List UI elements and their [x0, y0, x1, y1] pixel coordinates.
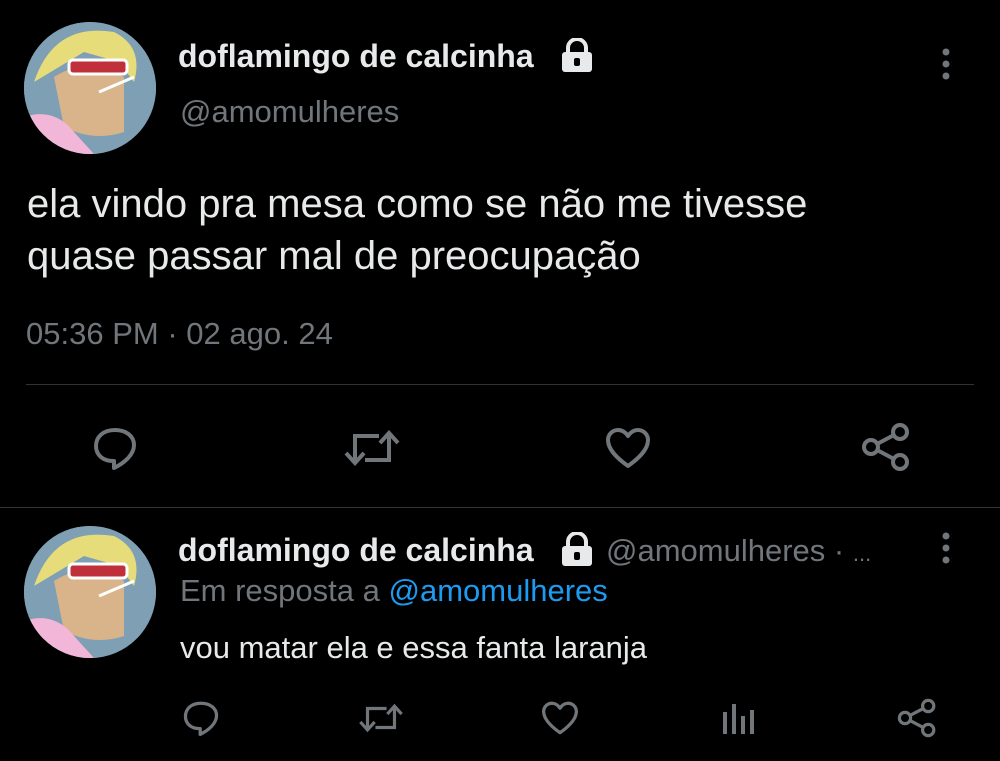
lock-icon: [559, 37, 595, 77]
reply-display-name[interactable]: doflamingo de calcinha: [178, 532, 534, 569]
tweet-time: 05:36 PM: [26, 316, 159, 351]
reply-icon[interactable]: [92, 426, 138, 470]
reply-context: Em resposta a @amomulheres: [180, 573, 608, 609]
reply-text: vou matar ela e essa fanta laranja: [180, 630, 647, 665]
tweet-date: 02 ago. 24: [186, 316, 333, 351]
tweet-timestamp[interactable]: 05:36 PM · 02 ago. 24: [26, 316, 333, 352]
share-icon[interactable]: [860, 422, 912, 472]
reply-prefix: Em resposta a: [180, 573, 380, 608]
retweet-icon[interactable]: [343, 428, 401, 468]
handle-separator: ·: [833, 533, 845, 568]
display-name[interactable]: doflamingo de calcinha: [178, 38, 534, 75]
tweet-text-line2: quase passar mal de preocupação: [27, 234, 641, 278]
more-vert-icon[interactable]: [938, 46, 954, 82]
reply-handle-line: @amomulheres · ...: [606, 533, 871, 569]
reply-avatar[interactable]: [24, 526, 156, 658]
more-vert-icon[interactable]: [938, 530, 954, 566]
truncation-ellipsis: ...: [852, 541, 872, 566]
analytics-icon[interactable]: [721, 700, 755, 736]
handle[interactable]: @amomulheres: [180, 94, 399, 130]
avatar[interactable]: [24, 22, 156, 154]
share-icon[interactable]: [896, 698, 938, 738]
retweet-icon[interactable]: [358, 702, 404, 734]
section-divider: [0, 507, 1000, 508]
reply-to-link[interactable]: @amomulheres: [389, 573, 608, 608]
timestamp-separator: ·: [167, 316, 178, 351]
reply-icon[interactable]: [182, 700, 220, 736]
like-icon[interactable]: [540, 700, 580, 736]
divider: [26, 384, 974, 385]
tweet-text-line1: ela vindo pra mesa como se não me tivess…: [27, 182, 808, 226]
reply-handle[interactable]: @amomulheres: [606, 533, 825, 568]
lock-icon: [559, 531, 595, 571]
like-icon[interactable]: [604, 426, 652, 470]
